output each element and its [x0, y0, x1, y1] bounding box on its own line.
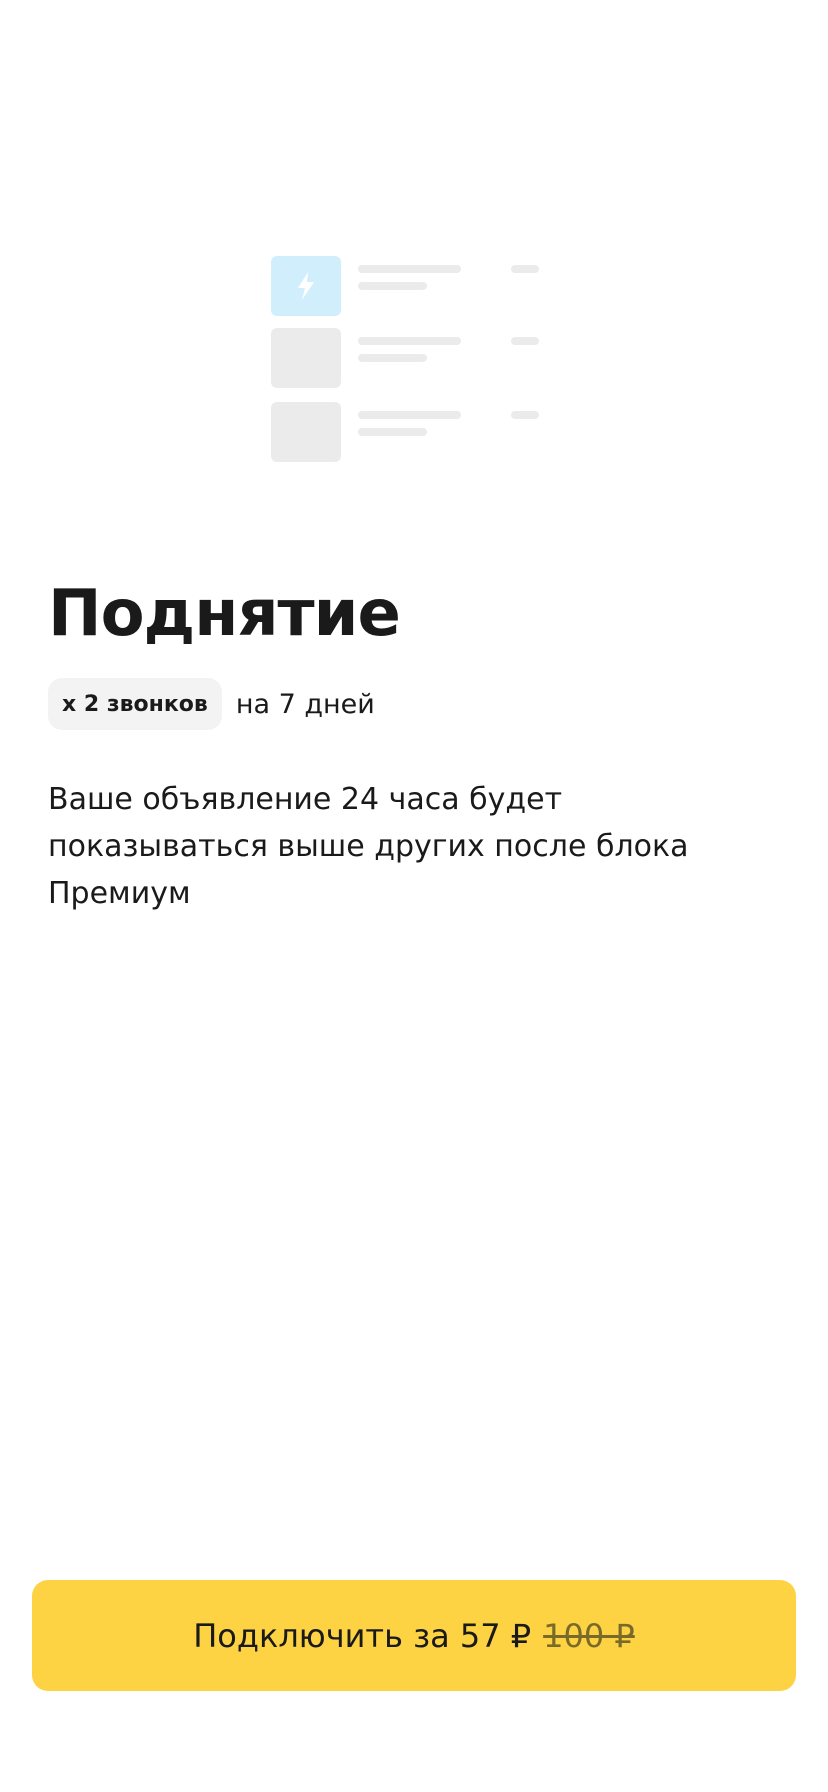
- illustration-thumb: [271, 402, 341, 462]
- activate-button-label: Подключить за 57 ₽: [193, 1616, 532, 1655]
- illustration-thumb-highlighted: [271, 256, 341, 316]
- illustration-price-line: [511, 337, 539, 345]
- illustration-row-highlighted: [271, 256, 541, 316]
- illustration-line: [358, 411, 461, 419]
- activate-button[interactable]: Подключить за 57 ₽ 100 ₽: [32, 1580, 796, 1691]
- calls-multiplier-badge: x 2 звонков: [48, 678, 222, 730]
- illustration-price-line: [511, 411, 539, 419]
- duration-label: на 7 дней: [235, 688, 375, 720]
- old-price: 100 ₽: [543, 1616, 635, 1655]
- page-title: Поднятие: [48, 577, 401, 651]
- illustration-thumb: [271, 328, 341, 388]
- illustration-line: [358, 428, 427, 436]
- lightning-icon: [298, 272, 314, 300]
- promotion-meta: x 2 звонков на 7 дней: [48, 678, 375, 730]
- illustration-line: [358, 265, 461, 273]
- illustration-line: [358, 337, 461, 345]
- illustration-line: [358, 354, 427, 362]
- illustration-row: [271, 402, 541, 462]
- promotion-description: Ваше объявление 24 часа будет показывать…: [48, 782, 689, 911]
- promotion-illustration: [271, 256, 541, 462]
- illustration-row: [271, 328, 541, 388]
- illustration-line: [358, 282, 427, 290]
- illustration-price-line: [511, 265, 539, 273]
